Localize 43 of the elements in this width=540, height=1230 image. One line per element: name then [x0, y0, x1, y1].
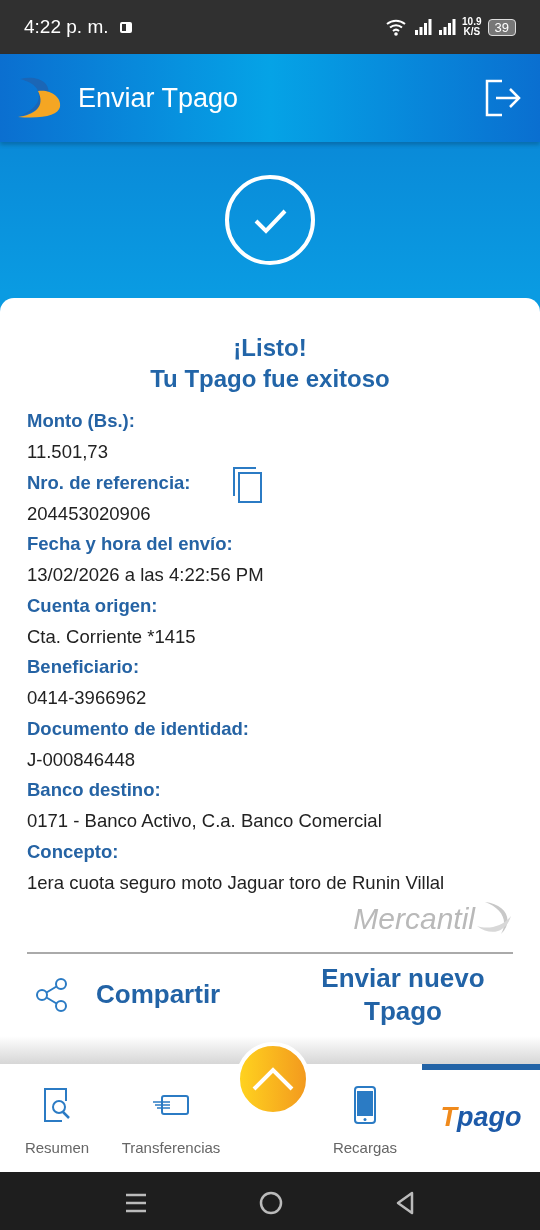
app-notification-icon: [118, 20, 133, 34]
card-transfer-icon: [152, 1094, 190, 1116]
phone-icon: [353, 1086, 377, 1124]
field-value: 11.501,73: [27, 440, 109, 464]
success-title: ¡Listo!: [232, 333, 308, 363]
back-icon[interactable]: [395, 1190, 415, 1215]
field-label: Fecha y hora del envío:: [27, 532, 234, 556]
signal-icon: [414, 19, 433, 35]
document-search-icon: [42, 1087, 72, 1123]
speed-unit: K/S: [463, 27, 481, 37]
nav-tab[interactable]: Resumen: [0, 1063, 114, 1172]
nav-tab[interactable]: Recargas: [308, 1063, 422, 1172]
clock-time: 4:22 p. m.: [24, 16, 109, 38]
field-value: 1era cuota seguro moto Jaguar toro de Runin Villal: [27, 870, 445, 895]
field-label: Monto (Bs.):: [27, 409, 135, 433]
field-label: Nro. de referencia:: [27, 470, 191, 495]
field-value: 0414-3966962: [27, 686, 147, 710]
network-speed: 10.9: [462, 17, 482, 27]
field-label: Documento de identidad:: [27, 716, 249, 741]
chevron-up-icon: [251, 1065, 295, 1092]
field-value: 0171 - Banco Activo, C.a. Banco Comercial: [27, 809, 382, 833]
field-value: J-000846448: [27, 747, 136, 772]
success-check-icon: [224, 174, 316, 266]
signal-icon: [438, 19, 457, 35]
new-transfer-button[interactable]: Enviar nuevo Tpago: [308, 961, 498, 1028]
share-button[interactable]: Compartir: [34, 976, 221, 1013]
screen-title: Enviar Tpago: [78, 82, 239, 114]
bank-logo-text: Mercantil: [353, 902, 475, 936]
copy-icon[interactable]: [232, 465, 265, 504]
field-label: Cuenta origen:: [27, 593, 159, 618]
battery-level: 39: [487, 18, 516, 36]
success-message: Tu Tpago fue exitoso: [149, 364, 391, 394]
field-label: Concepto:: [27, 839, 120, 864]
share-icon: [34, 976, 70, 1013]
field-label: Beneficiario:: [27, 655, 141, 679]
logout-icon[interactable]: [484, 79, 522, 117]
home-icon[interactable]: [259, 1190, 283, 1215]
field-value: Cta. Corriente *1415: [27, 624, 196, 649]
field-value: 204453020906: [27, 501, 152, 526]
field-label: Banco destino:: [27, 778, 162, 802]
field-value: 13/02/2026 a las 4:22:56 PM: [27, 563, 264, 587]
menu-icon[interactable]: [125, 1191, 147, 1214]
nav-tab[interactable]: Transferencias: [114, 1063, 228, 1172]
